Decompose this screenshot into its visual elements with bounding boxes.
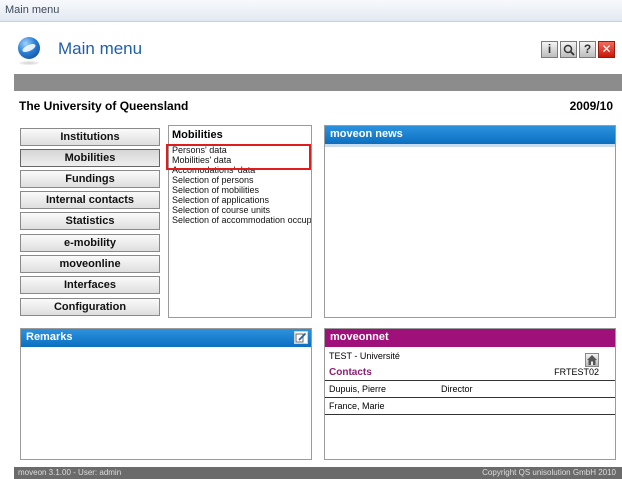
organization-name: The University of Queensland [19,99,189,113]
search-button[interactable] [560,41,577,58]
status-bar: moveon 3.1.00 - User: admin Copyright QS… [14,467,622,479]
contact-role: Director [441,384,473,394]
contacts-divider-bottom [325,414,615,415]
window-titlebar: Main menu [0,0,622,22]
contact-name: France, Marie [329,401,385,411]
submenu-item-selection-of-accommodation-occupancy[interactable]: Selection of accommodation occupancy [169,215,311,225]
logo-shadow [19,61,39,65]
moveonnet-panel: moveonnet TEST - Université Contacts FRT… [324,328,616,460]
mobilities-submenu-title: Mobilities [172,129,223,141]
news-panel-header: moveon news [325,126,615,144]
header-divider-bar [14,74,622,91]
remarks-panel-header: Remarks [21,329,311,347]
moveonnet-panel-header: moveonnet [325,329,615,347]
remarks-panel: Remarks [20,328,312,460]
window-title: Main menu [5,4,60,16]
info-button[interactable]: i [541,41,558,58]
moveonnet-institution: TEST - Université [329,351,400,361]
nav-statistics-button[interactable]: Statistics [20,212,160,230]
contacts-divider-middle [325,397,615,398]
news-panel: moveon news [324,125,616,318]
help-icon: ? [583,42,592,56]
selection-highlight [166,144,311,170]
news-panel-title: moveon news [330,128,403,140]
moveonnet-institution-code: FRTEST02 [554,367,599,377]
submenu-item-selection-of-course-units[interactable]: Selection of course units [169,205,311,215]
moveon-logo-icon [18,37,40,59]
help-button[interactable]: ? [579,41,596,58]
status-version-user: moveon 3.1.00 - User: admin [18,468,122,477]
nav-interfaces-button[interactable]: Interfaces [20,276,160,294]
remarks-panel-title: Remarks [26,331,73,343]
home-icon[interactable] [585,353,599,367]
submenu-item-selection-of-applications[interactable]: Selection of applications [169,195,311,205]
moveonnet-panel-title: moveonnet [330,331,389,343]
app-header: Main menu i ? ✕ [0,22,622,74]
nav-institutions-button[interactable]: Institutions [20,128,160,146]
nav-moveonline-button[interactable]: moveonline [20,255,160,273]
contacts-divider-top [325,380,615,381]
search-icon [563,44,575,56]
contact-name: Dupuis, Pierre [329,384,387,394]
info-icon: i [547,42,552,56]
status-copyright: Copyright QS unisolution GmbH 2010 [482,468,616,477]
nav-mobilities-button[interactable]: Mobilities [20,149,160,167]
news-panel-subbar [325,144,615,147]
nav-fundings-button[interactable]: Fundings [20,170,160,188]
edit-remarks-icon[interactable] [294,331,308,344]
academic-year: 2009/10 [569,99,613,113]
close-button[interactable]: ✕ [598,41,615,58]
submenu-item-selection-of-persons[interactable]: Selection of persons [169,175,311,185]
nav-internal-contacts-button[interactable]: Internal contacts [20,191,160,209]
nav-configuration-button[interactable]: Configuration [20,298,160,316]
close-icon: ✕ [601,42,612,56]
submenu-item-selection-of-mobilities[interactable]: Selection of mobilities [169,185,311,195]
page-title: Main menu [58,39,143,58]
nav-e-mobility-button[interactable]: e-mobility [20,234,160,252]
